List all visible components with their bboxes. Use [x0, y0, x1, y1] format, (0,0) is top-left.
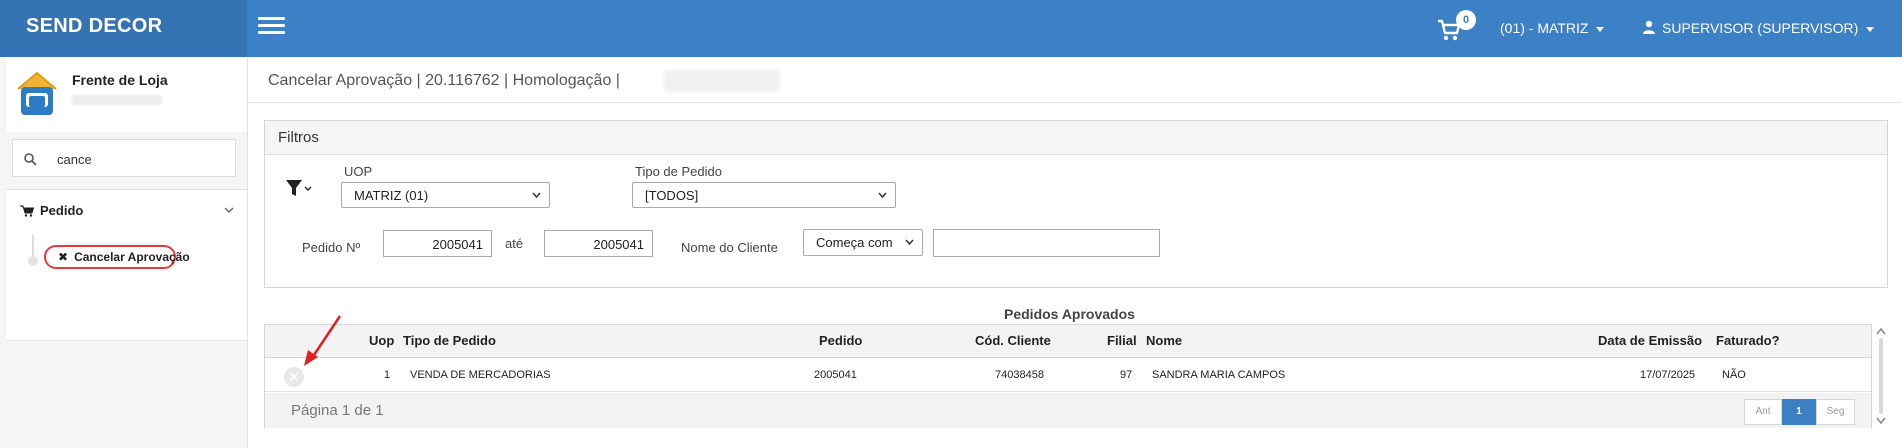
cancel-approval-button[interactable]: ✕	[284, 367, 304, 387]
column-header-uop[interactable]: Uop	[369, 333, 394, 348]
sidebar-item-cancelar-aprovacao[interactable]: ✖ Cancelar Aprovação	[44, 245, 190, 269]
branch-dropdown[interactable]: (01) - MATRIZ	[1500, 20, 1605, 36]
user-dropdown[interactable]: SUPERVISOR (SUPERVISOR)	[1642, 20, 1875, 36]
redacted-subtitle	[72, 95, 162, 105]
tipo-pedido-select-value: [TODOS]	[645, 188, 699, 203]
column-header-filial[interactable]: Filial	[1107, 333, 1137, 348]
table-row[interactable]: ✕ 1 VENDA DE MERCADORIAS 2005041 7403845…	[265, 359, 1871, 392]
close-icon: ✖	[58, 250, 69, 264]
cart-button[interactable]: 0	[1436, 10, 1476, 44]
chevron-down-icon	[532, 192, 541, 199]
sidebar-group-pedido[interactable]: Pedido	[20, 203, 83, 218]
orders-table: Uop Tipo de Pedido Pedido Cód. Cliente F…	[264, 324, 1872, 428]
cliente-mode-select[interactable]: Começa com	[803, 229, 923, 256]
sidebar-item-label: Cancelar Aprovação	[74, 250, 190, 264]
chevron-down-icon	[878, 192, 887, 199]
column-header-data-emissao[interactable]: Data de Emissão	[1598, 333, 1702, 348]
cell-cod-cliente: 74038458	[995, 369, 1044, 381]
top-navbar: SEND DECOR 0 (01) - MATRIZ SUPERVISOR (S…	[0, 0, 1902, 57]
branch-label: (01) - MATRIZ	[1500, 20, 1589, 36]
pedido-to-input[interactable]: 2005041	[544, 230, 653, 257]
menu-search-box[interactable]	[12, 139, 236, 177]
brand-logo[interactable]: SEND DECOR	[0, 0, 247, 57]
ate-label: até	[505, 236, 524, 251]
uop-select-value: MATRIZ (01)	[354, 188, 429, 203]
menu-toggle-icon[interactable]	[258, 17, 285, 37]
cell-nome: SANDRA MARIA CAMPOS	[1152, 369, 1286, 381]
app-title: Frente de Loja	[72, 72, 168, 88]
sidebar-divider	[6, 340, 247, 341]
cell-pedido: 2005041	[814, 369, 857, 381]
sidebar-group-label: Pedido	[40, 203, 84, 218]
caret-down-icon	[1866, 26, 1875, 32]
column-header-pedido[interactable]: Pedido	[819, 333, 862, 348]
chevron-down-icon	[905, 239, 914, 246]
store-logo-icon	[17, 71, 57, 115]
user-label: SUPERVISOR (SUPERVISOR)	[1662, 20, 1859, 36]
column-header-tipo[interactable]: Tipo de Pedido	[403, 333, 496, 348]
caret-down-icon	[1596, 26, 1605, 32]
sidebar-header: Frente de Loja	[6, 57, 247, 132]
tipo-pedido-label: Tipo de Pedido	[635, 164, 722, 179]
cliente-mode-value: Começa com	[816, 235, 893, 250]
cell-filial: 97	[1120, 369, 1133, 381]
page-1-button[interactable]: 1	[1782, 399, 1816, 425]
filters-header: Filtros	[265, 121, 1887, 155]
menu-search-input[interactable]	[57, 149, 227, 169]
cell-data-emissao: 17/07/2025	[1640, 369, 1696, 381]
annotation-arrow-icon	[304, 315, 342, 366]
uop-select[interactable]: MATRIZ (01)	[341, 182, 550, 208]
next-page-button[interactable]: Seg	[1816, 399, 1855, 425]
cart-icon	[20, 205, 34, 217]
table-title: Pedidos Aprovados	[1004, 306, 1135, 322]
redacted-title-part	[664, 70, 780, 92]
tree-dot	[28, 256, 38, 266]
table-scrollbar[interactable]	[1874, 324, 1888, 428]
title-divider	[248, 102, 1902, 103]
cell-tipo: VENDA DE MERCADORIAS	[410, 369, 551, 381]
column-header-nome[interactable]: Nome	[1146, 333, 1182, 348]
table-header-row: Uop Tipo de Pedido Pedido Cód. Cliente F…	[265, 325, 1871, 358]
nome-cliente-label: Nome do Cliente	[681, 240, 778, 255]
cell-faturado: NÃO	[1722, 369, 1746, 381]
chevron-down-icon[interactable]	[224, 206, 234, 214]
tipo-pedido-select[interactable]: [TODOS]	[632, 182, 896, 208]
cliente-name-input[interactable]	[933, 229, 1160, 257]
column-header-faturado[interactable]: Faturado?	[1716, 333, 1780, 348]
filters-panel: Filtros UOP MATRIZ (01) Tipo de Pedido […	[264, 120, 1888, 288]
pagination-text: Página 1 de 1	[291, 402, 384, 419]
sidebar: Frente de Loja Pedido ✖ Cancelar Aprovaçã…	[0, 57, 248, 448]
prev-page-button[interactable]: Ant	[1744, 399, 1782, 425]
cart-count-badge: 0	[1456, 10, 1476, 30]
sidebar-menu: Pedido ✖ Cancelar Aprovação	[6, 190, 247, 340]
filter-icon[interactable]	[285, 178, 313, 200]
pedido-numero-label: Pedido Nº	[302, 240, 361, 255]
pedido-from-input[interactable]: 2005041	[383, 230, 492, 257]
pagination-bar: Página 1 de 1 Ant 1 Seg	[265, 393, 1871, 428]
search-icon	[24, 153, 37, 166]
uop-label: UOP	[344, 164, 373, 179]
user-icon	[1643, 20, 1655, 34]
cell-uop: 1	[384, 369, 391, 381]
page-title: Cancelar Aprovação | 20.116762 | Homolog…	[268, 72, 620, 89]
column-header-cod-cliente[interactable]: Cód. Cliente	[975, 333, 1051, 348]
